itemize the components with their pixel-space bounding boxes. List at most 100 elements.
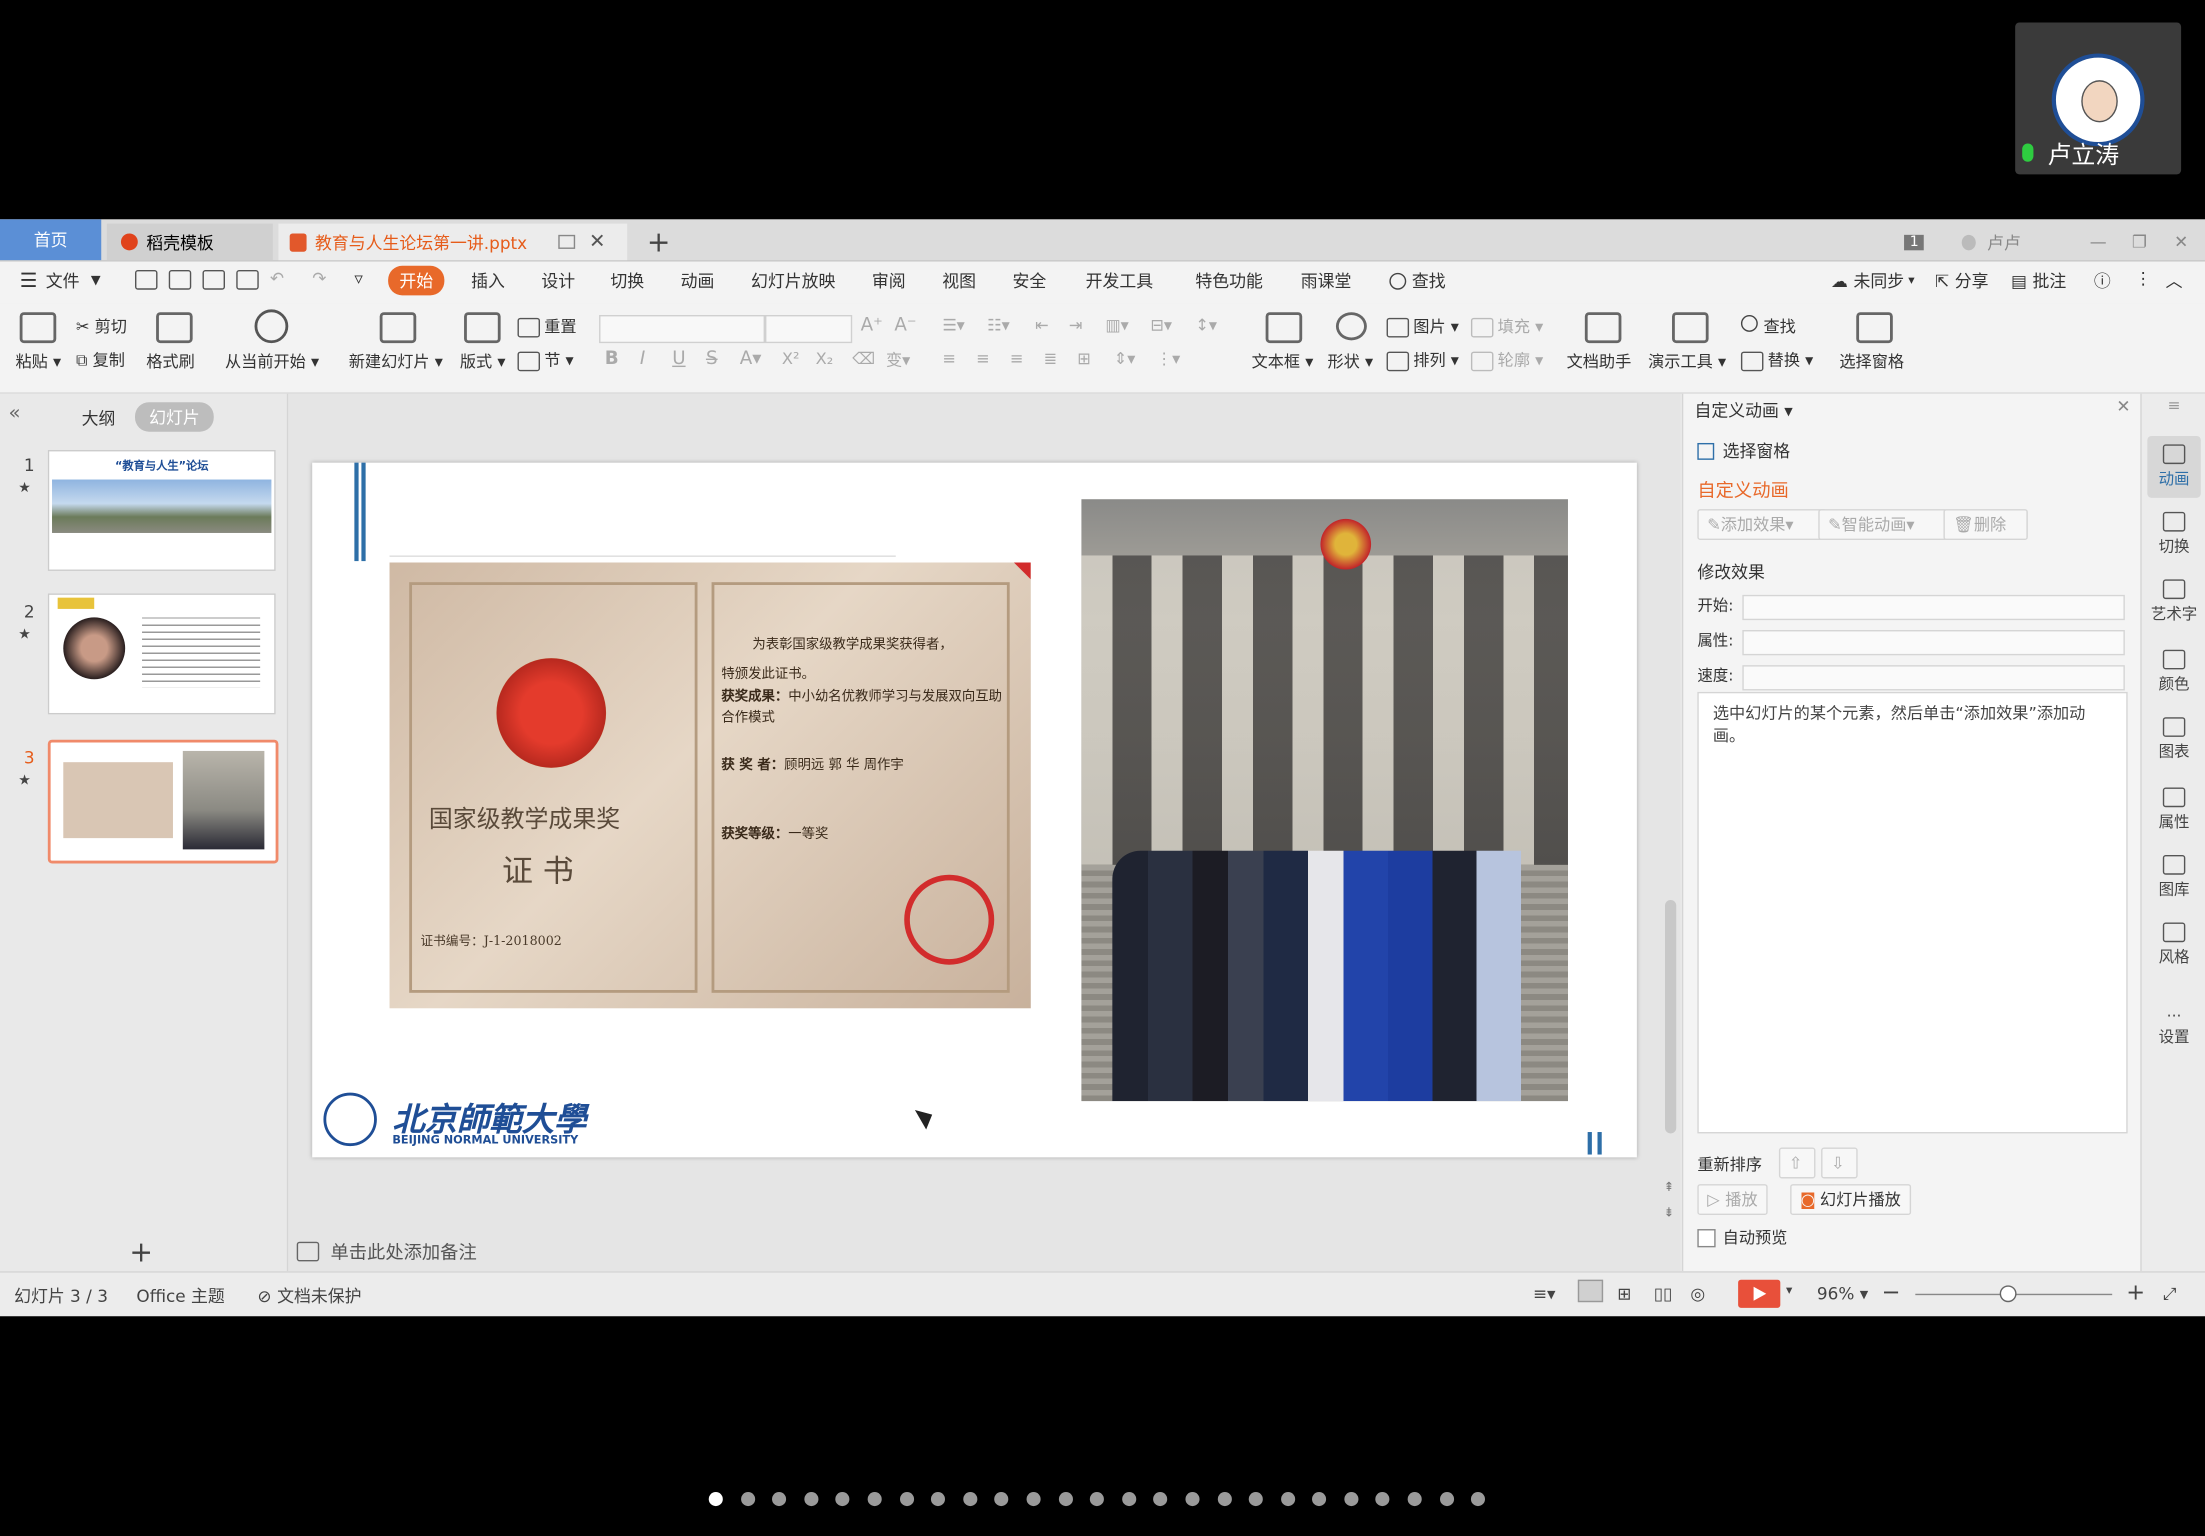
sidebar-item-animation[interactable]: 动画 (2147, 435, 2201, 498)
indent-decrease-icon[interactable]: ⇤ (1035, 315, 1049, 335)
pagination-dot[interactable] (899, 1492, 914, 1507)
tab-insert[interactable]: 插入 (471, 269, 505, 293)
share-button[interactable]: ⇱ 分享 (1935, 269, 1989, 293)
sync-status[interactable]: ☁ 未同步 ▾ (1831, 269, 1915, 293)
sidebar-collapse-icon[interactable]: ≡ (2142, 397, 2205, 415)
presentation-tools-button[interactable]: 演示工具 ▾ (1648, 350, 1726, 373)
zoom-slider-handle[interactable] (1999, 1285, 2017, 1303)
undo-icon[interactable]: ↶ (270, 269, 284, 289)
slide-thumbnail-2[interactable] (47, 593, 276, 715)
pagination-dot[interactable] (804, 1492, 819, 1507)
slide-thumbnail-3[interactable] (47, 739, 279, 864)
pagination-dot[interactable] (1375, 1492, 1391, 1507)
fill-button[interactable]: 填充 ▾ (1470, 315, 1543, 338)
redo-icon[interactable]: ↷ (312, 269, 326, 289)
tab-security[interactable]: 安全 (1013, 269, 1047, 293)
from-current-button[interactable]: 从当前开始 ▾ (225, 350, 319, 373)
find-button[interactable]: 查找 (1740, 315, 1796, 338)
sidebar-item-property[interactable]: 属性 (2142, 787, 2205, 833)
justify-icon[interactable]: ≣ (1043, 349, 1057, 369)
pagination-dot[interactable] (1090, 1492, 1105, 1507)
decrease-font-icon[interactable]: A⁻ (894, 315, 916, 336)
tab-template[interactable]: 稻壳模板 (106, 223, 273, 261)
arrange-button[interactable]: 排列 ▾ (1386, 349, 1459, 372)
normal-view-icon[interactable] (1577, 1279, 1604, 1303)
play-button[interactable]: ▷ 播放 (1697, 1184, 1768, 1215)
pagination-dot[interactable] (1217, 1492, 1232, 1507)
sidebar-item-style[interactable]: 风格 (2142, 922, 2205, 968)
zoom-in-icon[interactable]: + (2126, 1278, 2145, 1305)
strikethrough-icon[interactable]: S (706, 349, 718, 370)
theme-name[interactable]: Office 主题 (136, 1284, 224, 1308)
panel-close-icon[interactable]: ✕ (2116, 397, 2130, 417)
doc-helper-button[interactable]: 文档助手 (1567, 350, 1632, 373)
numbering-icon[interactable]: ☷▾ (987, 315, 1010, 335)
subscript-icon[interactable]: X₂ (816, 349, 834, 369)
align-right-icon[interactable]: ≡ (1010, 349, 1024, 369)
tab-animation[interactable]: 动画 (681, 269, 715, 293)
sidebar-item-chart[interactable]: 图表 (2142, 717, 2205, 762)
tab-slideshow[interactable]: 幻灯片放映 (751, 269, 835, 293)
pagination-dot[interactable] (1153, 1492, 1168, 1507)
font-name-select[interactable] (599, 315, 765, 344)
tab-design[interactable]: 设计 (541, 269, 575, 293)
comment-button[interactable]: ▤ 批注 (2011, 269, 2066, 293)
tab-rain-classroom[interactable]: 雨课堂 (1301, 269, 1352, 293)
select-pane-button[interactable]: 选择窗格 (1839, 350, 1904, 373)
minimize-icon[interactable]: — (2090, 224, 2107, 261)
pagination-dot[interactable] (1344, 1492, 1359, 1507)
pagination-dot[interactable] (1058, 1492, 1073, 1507)
tab-transition[interactable]: 切换 (610, 269, 644, 293)
zoom-select[interactable]: 96% ▾ (1817, 1284, 1868, 1304)
pagination-dot[interactable] (1121, 1492, 1136, 1507)
presenter-view-icon[interactable]: ◎ (1690, 1284, 1705, 1304)
copy-button[interactable]: ⧉ 复制 (76, 349, 125, 372)
pagination-dot[interactable] (1407, 1492, 1422, 1507)
pagination-dot[interactable] (962, 1492, 977, 1507)
text-direction-icon[interactable]: ⊟▾ (1150, 315, 1172, 335)
sidebar-item-settings[interactable]: ··· 设置 (2142, 1007, 2205, 1048)
auto-preview-checkbox[interactable]: 自动预览 (1697, 1226, 1787, 1249)
sorter-view-icon[interactable]: ⊞ (1617, 1284, 1631, 1304)
picture-button[interactable]: 图片 ▾ (1386, 315, 1459, 338)
pagination-dot[interactable] (1439, 1492, 1454, 1507)
fit-window-icon[interactable]: ⤢ (2163, 1284, 2177, 1305)
underline-icon[interactable]: U (672, 349, 685, 370)
bullets-icon[interactable]: ☰▾ (942, 315, 965, 335)
slideshow-button[interactable]: ◙ 幻灯片播放 (1790, 1184, 1911, 1215)
close-window-icon[interactable]: ✕ (2174, 224, 2188, 261)
collapse-ribbon-icon[interactable]: ︿ (2166, 269, 2183, 293)
tab-home[interactable]: 首页 (0, 219, 102, 261)
pagination-dot[interactable] (994, 1492, 1009, 1507)
tab-view[interactable]: 视图 (942, 269, 976, 293)
textbox-button[interactable]: 文本框 ▾ (1252, 350, 1314, 373)
print-preview-icon[interactable] (236, 269, 263, 289)
collapse-pane-icon[interactable]: « (8, 402, 20, 425)
speed-select[interactable] (1742, 665, 2125, 691)
more-quick-icon[interactable]: ▿ (354, 269, 362, 289)
columns-icon[interactable]: ▥▾ (1105, 315, 1128, 335)
delete-button[interactable]: 🗑 删除 (1943, 509, 2028, 540)
superscript-icon[interactable]: X² (782, 349, 800, 369)
pagination-dot[interactable] (708, 1492, 723, 1507)
doc-protect-status[interactable]: ⊘ 文档未保护 (257, 1284, 361, 1308)
reset-button[interactable]: 重置 (517, 315, 577, 338)
align-left-icon[interactable]: ≡ (942, 349, 956, 369)
move-up-button[interactable]: ⇧ (1778, 1147, 1816, 1179)
pagination-dot[interactable] (1026, 1492, 1041, 1507)
tab-pin-icon[interactable] (558, 234, 575, 249)
add-effect-button[interactable]: ✎ 添加效果 ▾ (1697, 509, 1827, 540)
font-size-select[interactable] (765, 315, 853, 344)
pagination-dot[interactable] (1280, 1492, 1295, 1507)
property-select[interactable] (1742, 630, 2125, 656)
new-tab-button[interactable]: + (647, 224, 671, 261)
line-spacing-icon[interactable]: ↕▾ (1195, 315, 1217, 335)
format-painter-button[interactable]: 格式刷 (146, 350, 195, 373)
more-options-icon[interactable]: ⋮ (2135, 269, 2152, 289)
pagination-dot[interactable] (931, 1492, 946, 1507)
pagination-dot[interactable] (835, 1492, 850, 1507)
play-options-icon[interactable]: ▾ (1786, 1284, 1792, 1298)
start-select[interactable] (1742, 594, 2125, 621)
pagination-dot[interactable] (1248, 1492, 1263, 1507)
slide-thumbnail-1[interactable]: “教育与人生”论坛 (47, 450, 276, 571)
